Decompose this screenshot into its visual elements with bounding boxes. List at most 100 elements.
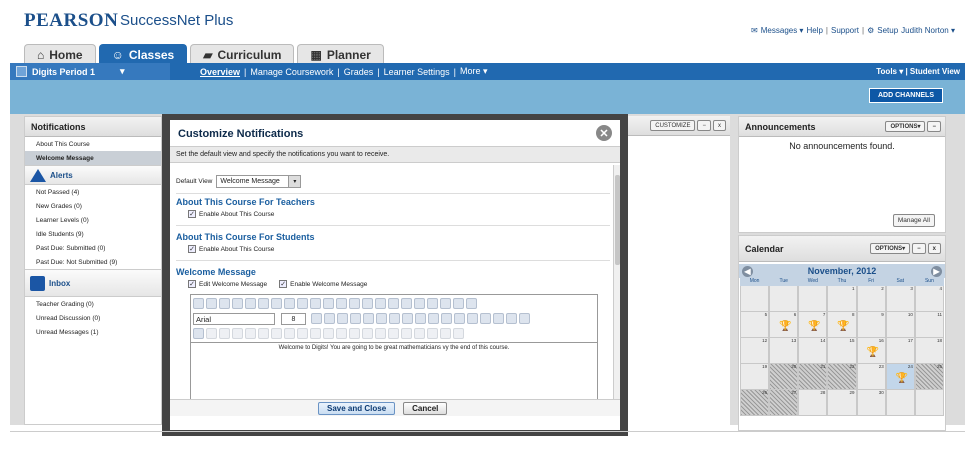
checkbox[interactable]: ✓ — [188, 245, 196, 253]
nav-overview[interactable]: Overview — [200, 67, 240, 77]
calendar-day[interactable]: 8 🏆 — [827, 312, 857, 338]
calendar-day[interactable]: 17 — [885, 338, 915, 364]
paste-text-icon[interactable] — [297, 298, 308, 309]
tab-curriculum[interactable]: ▰ Curriculum — [190, 44, 295, 64]
eraser-icon[interactable] — [336, 298, 347, 309]
calendar-day[interactable]: 21 — [798, 364, 828, 390]
bold-icon[interactable] — [311, 313, 322, 324]
minimize-button[interactable]: − — [912, 243, 926, 254]
link-icon[interactable] — [375, 298, 386, 309]
add-channels-button[interactable]: ADD CHANNELS — [869, 88, 943, 103]
calendar-day[interactable] — [769, 286, 799, 312]
indent-icon[interactable] — [441, 313, 452, 324]
align-center-icon[interactable] — [363, 313, 374, 324]
tab-home[interactable]: ⌂ Home — [24, 44, 96, 64]
nav-more[interactable]: More ▾ — [460, 66, 488, 77]
enable-about-students[interactable]: ✓ Enable About This Course — [188, 245, 274, 253]
nav-manage-coursework[interactable]: Manage Coursework — [250, 67, 333, 77]
enable-welcome-option[interactable]: ✓ Enable Welcome Message — [279, 280, 367, 288]
help-icon[interactable] — [245, 298, 256, 309]
setup-link[interactable]: Setup — [877, 26, 898, 35]
unordered-list-icon[interactable] — [415, 313, 426, 324]
calendar-day[interactable]: 13 — [769, 338, 799, 364]
list-item[interactable]: About This Course — [25, 137, 161, 151]
list-item[interactable]: Welcome Message — [25, 151, 161, 165]
calendar-day[interactable]: 3 — [885, 286, 915, 312]
calendar-day[interactable]: 14 — [798, 338, 828, 364]
calendar-day[interactable]: 10 — [885, 312, 915, 338]
align-right-icon[interactable] — [376, 313, 387, 324]
prev-month-icon[interactable]: ◀ — [742, 265, 753, 277]
calendar-day[interactable]: 4 — [914, 286, 944, 312]
highlight-icon[interactable] — [467, 313, 478, 324]
list-item[interactable]: Past Due: Not Submitted (9) — [25, 255, 161, 269]
tools-menu[interactable]: Tools ▾ | Student View — [876, 67, 960, 76]
list-item[interactable]: Teacher Grading (0) — [25, 297, 161, 311]
calendar-day[interactable]: 28 — [798, 390, 828, 416]
calendar-day[interactable]: 12 — [740, 338, 770, 364]
search-icon[interactable] — [427, 298, 438, 309]
calendar-day[interactable]: 29 — [827, 390, 857, 416]
options-button[interactable]: OPTIONS▾ — [885, 121, 926, 132]
close-button[interactable]: x — [927, 243, 941, 254]
justify-icon[interactable] — [389, 313, 400, 324]
user-menu[interactable]: Judith Norton ▾ — [901, 26, 955, 35]
support-link[interactable]: Support — [831, 26, 859, 35]
align-left-icon[interactable] — [350, 313, 361, 324]
calendar-day[interactable]: 19 — [740, 364, 770, 390]
list-item[interactable]: Learner Levels (0) — [25, 213, 161, 227]
paragraph-icon[interactable] — [362, 298, 373, 309]
calendar-day[interactable]: 15 — [827, 338, 857, 364]
list-item[interactable]: Unread Discussion (0) — [25, 311, 161, 325]
calendar-day[interactable] — [885, 390, 915, 416]
calendar-day[interactable]: 22 — [827, 364, 857, 390]
calendar-day[interactable]: 16 🏆 — [856, 338, 886, 364]
enable-about-teachers[interactable]: ✓ Enable About This Course — [188, 210, 274, 218]
copy-icon[interactable] — [271, 298, 282, 309]
close-button[interactable]: x — [713, 120, 726, 131]
default-view-select[interactable]: Welcome Message ▾ — [216, 175, 302, 188]
tab-planner[interactable]: ▦ Planner — [297, 44, 384, 64]
underline-icon[interactable] — [337, 313, 348, 324]
print-icon[interactable] — [206, 298, 217, 309]
calendar-day[interactable]: 20 — [769, 364, 799, 390]
strike-icon[interactable] — [506, 313, 517, 324]
calendar-day[interactable]: 30 — [856, 390, 886, 416]
calendar-day[interactable]: 26 — [740, 390, 770, 416]
calendar-day[interactable]: 1 — [827, 286, 857, 312]
dialog-scrollbar[interactable] — [613, 165, 620, 399]
media-icon[interactable] — [401, 298, 412, 309]
spellcheck-icon[interactable] — [232, 298, 243, 309]
options-button[interactable]: OPTIONS▾ — [870, 243, 911, 254]
calendar-day[interactable]: 18 — [914, 338, 944, 364]
calendar-day[interactable]: 25 — [914, 364, 944, 390]
list-item[interactable]: Unread Messages (1) — [25, 325, 161, 339]
chart-icon[interactable] — [414, 298, 425, 309]
cancel-button[interactable]: Cancel — [403, 402, 448, 415]
list-item[interactable]: Past Due: Submitted (0) — [25, 241, 161, 255]
subscript-icon[interactable] — [493, 313, 504, 324]
image-icon[interactable] — [349, 298, 360, 309]
minimize-button[interactable]: − — [697, 120, 711, 131]
scroll-thumb[interactable] — [615, 175, 620, 265]
calendar-day[interactable]: 27 — [769, 390, 799, 416]
preview-icon[interactable] — [219, 298, 230, 309]
find-icon[interactable] — [193, 298, 204, 309]
checkbox[interactable]: ✓ — [188, 210, 196, 218]
minimize-button[interactable]: − — [927, 121, 941, 132]
ordered-list-icon[interactable] — [402, 313, 413, 324]
font-select[interactable]: Arial — [193, 313, 275, 325]
manage-all-button[interactable]: Manage All — [892, 214, 935, 227]
calendar-day[interactable] — [798, 286, 828, 312]
calendar-day[interactable]: 5 — [740, 312, 770, 338]
checkbox[interactable]: ✓ — [279, 280, 288, 288]
columns-icon[interactable] — [466, 298, 477, 309]
table-icon[interactable] — [193, 328, 204, 339]
outdent-icon[interactable] — [428, 313, 439, 324]
paste-icon[interactable] — [284, 298, 295, 309]
undo-icon[interactable] — [310, 298, 321, 309]
italic-icon[interactable] — [324, 313, 335, 324]
tab-classes[interactable]: ☺ Classes — [98, 44, 188, 64]
calendar-day[interactable]: 9 — [856, 312, 886, 338]
help-link[interactable]: Help — [806, 26, 822, 35]
